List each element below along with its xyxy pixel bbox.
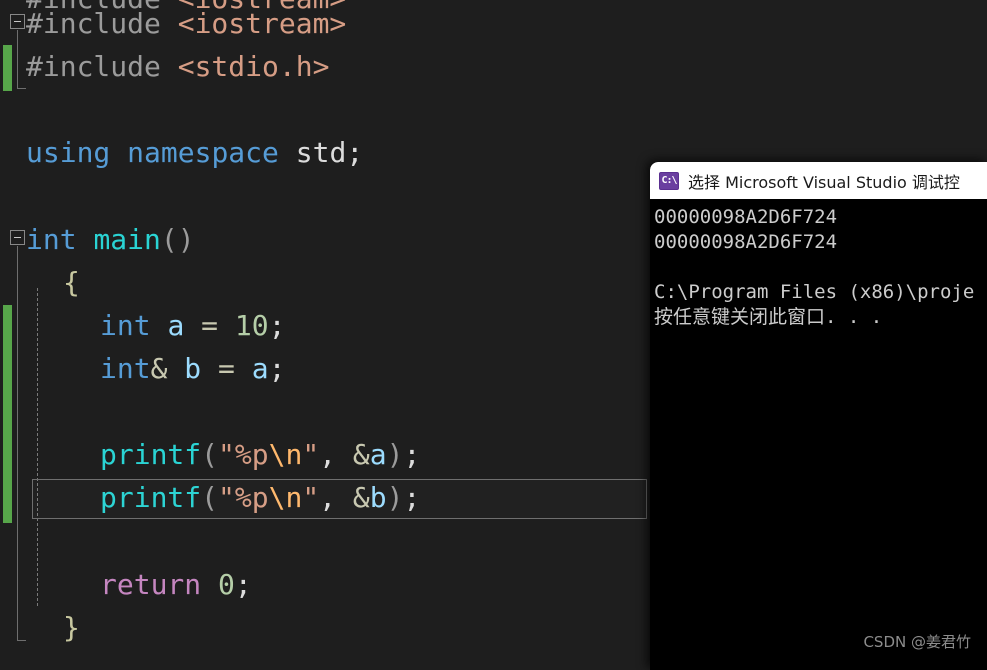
code-token: <stdio.h> <box>177 50 330 83</box>
console-app-icon: C:\ <box>659 171 679 190</box>
code-token: & <box>150 352 168 385</box>
code-line[interactable]: } <box>0 606 80 649</box>
code-token: ; <box>346 136 364 169</box>
code-token: ) <box>386 438 404 471</box>
code-line[interactable]: using namespace std; <box>0 131 363 174</box>
code-token: a <box>369 438 387 471</box>
code-token: #include <box>26 50 161 83</box>
console-output-area[interactable]: 00000098A2D6F724 00000098A2D6F724 C:\Progr… <box>650 199 987 330</box>
code-token: "%p <box>218 438 269 471</box>
code-token: printf <box>100 438 202 471</box>
code-token: <iostream> <box>177 7 347 40</box>
console-output-line: 00000098A2D6F724 <box>654 231 838 253</box>
code-line[interactable]: #include <iostream> <box>0 2 346 45</box>
code-token: ; <box>268 309 286 342</box>
code-line[interactable]: int main() <box>0 218 195 261</box>
code-token: = <box>218 352 235 385</box>
console-output-line: C:\Program Files (x86)\proje <box>654 281 975 303</box>
console-titlebar[interactable]: C:\ 选择 Microsoft Visual Studio 调试控 <box>650 162 987 199</box>
screenshot-root: #include <iostream>#include <iostream>#i… <box>0 0 987 670</box>
code-token: } <box>63 611 80 644</box>
code-line[interactable]: { <box>0 261 80 304</box>
code-token: std <box>295 136 347 169</box>
code-token: a <box>167 309 185 342</box>
code-token: () <box>160 223 195 256</box>
code-token: namespace <box>127 136 279 169</box>
code-token: " <box>302 438 320 471</box>
console-window[interactable]: C:\ 选择 Microsoft Visual Studio 调试控 00000… <box>650 162 987 670</box>
code-token: main <box>93 223 161 256</box>
code-token: int <box>100 309 151 342</box>
code-token: , <box>319 438 337 471</box>
code-line[interactable]: int& b = a; <box>0 347 285 390</box>
code-line[interactable]: return 0; <box>0 563 252 606</box>
code-token: & <box>352 438 370 471</box>
code-token: int <box>26 223 77 256</box>
current-line-highlight <box>32 479 647 519</box>
code-token: = <box>201 309 219 342</box>
code-token: ( <box>201 438 219 471</box>
code-token: ; <box>268 352 286 385</box>
code-line[interactable]: #include <stdio.h> <box>0 45 329 88</box>
code-token: a <box>251 352 269 385</box>
console-output-line: 按任意键关闭此窗口. . . <box>654 306 883 328</box>
code-token: \n <box>268 438 303 471</box>
csdn-watermark: CSDN @姜君竹 <box>863 633 971 651</box>
code-token: 0 <box>218 568 235 601</box>
console-window-title: 选择 Microsoft Visual Studio 调试控 <box>688 172 960 192</box>
code-token: { <box>63 266 80 299</box>
code-token: b <box>184 352 202 385</box>
console-output-line: 00000098A2D6F724 <box>654 206 838 228</box>
code-token: ; <box>403 438 421 471</box>
code-line[interactable]: int a = 10; <box>0 304 285 347</box>
console-icon-label: C:\ <box>661 174 677 186</box>
code-token: return <box>100 568 202 601</box>
code-text-layer[interactable]: #include <iostream>#include <iostream>#i… <box>0 0 660 670</box>
code-token: 10 <box>234 309 269 342</box>
code-token: #include <box>26 7 161 40</box>
code-token: using <box>26 136 111 169</box>
code-line[interactable]: printf("%p\n", &a); <box>0 433 420 476</box>
code-token: ; <box>234 568 252 601</box>
code-token: int <box>100 352 151 385</box>
